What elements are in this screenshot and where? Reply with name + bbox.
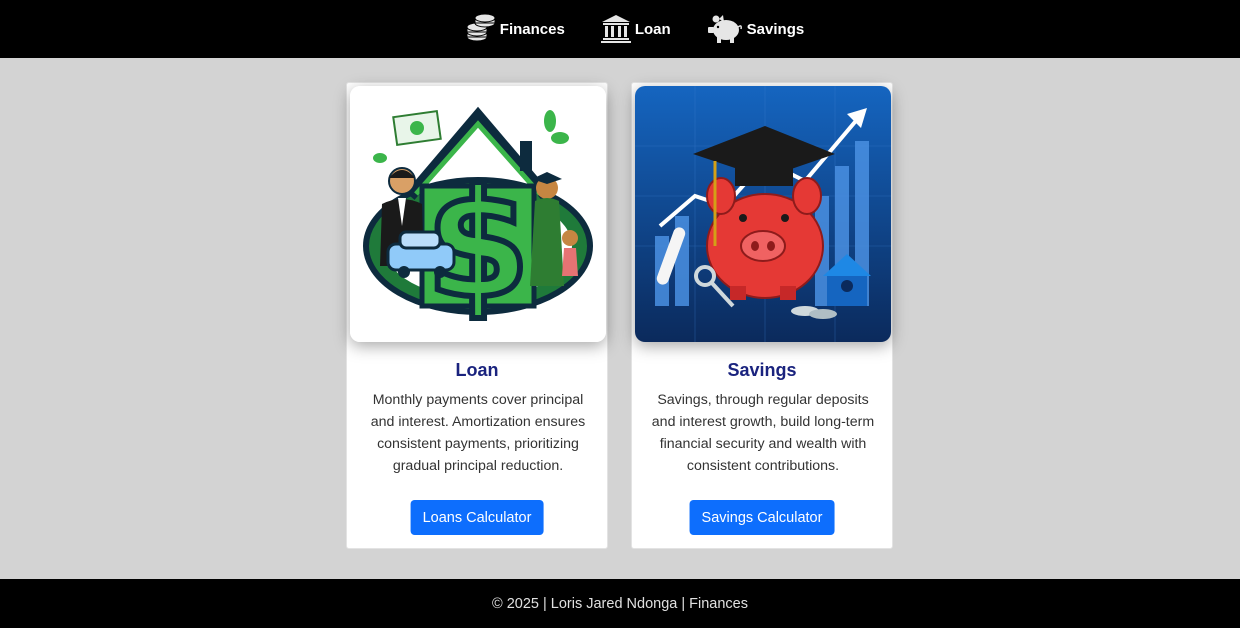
- loan-illustration: $: [350, 86, 606, 342]
- piggy-bank-icon: [707, 14, 743, 44]
- bank-icon: [600, 14, 631, 44]
- nav-item-savings[interactable]: Savings: [707, 14, 805, 44]
- nav-item-label: Savings: [746, 20, 805, 38]
- card-title: Savings: [727, 360, 797, 380]
- card-description: Monthly payments cover principal and int…: [370, 392, 586, 474]
- nav-item-finances[interactable]: Finances: [466, 14, 565, 44]
- footer-text: © 2025 | Loris Jared Ndonga | Finances: [491, 595, 748, 612]
- loan-card: $ Loan Monthly payments cover principal …: [346, 82, 608, 549]
- nav-item-loan[interactable]: Loan: [600, 14, 671, 44]
- nav-links: Finances Loan Savings: [466, 14, 804, 44]
- cards-container: $ Loan Monthly payments cover principal …: [346, 82, 893, 549]
- card-description: Savings, through regular deposits and in…: [651, 392, 875, 474]
- nav-item-label: Finances: [499, 20, 565, 38]
- top-navbar: Finances Loan Savings: [0, 0, 1240, 58]
- loans-calculator-button[interactable]: Loans Calculator: [410, 500, 544, 535]
- nav-item-label: Loan: [634, 20, 671, 38]
- savings-card: Savings Savings, through regular deposit…: [631, 82, 893, 549]
- footer: © 2025 | Loris Jared Ndonga | Finances: [0, 579, 1240, 628]
- card-title: Loan: [455, 360, 499, 380]
- savings-calculator-button[interactable]: Savings Calculator: [689, 500, 835, 535]
- coins-stack-icon: [466, 14, 496, 44]
- savings-illustration: [635, 86, 891, 342]
